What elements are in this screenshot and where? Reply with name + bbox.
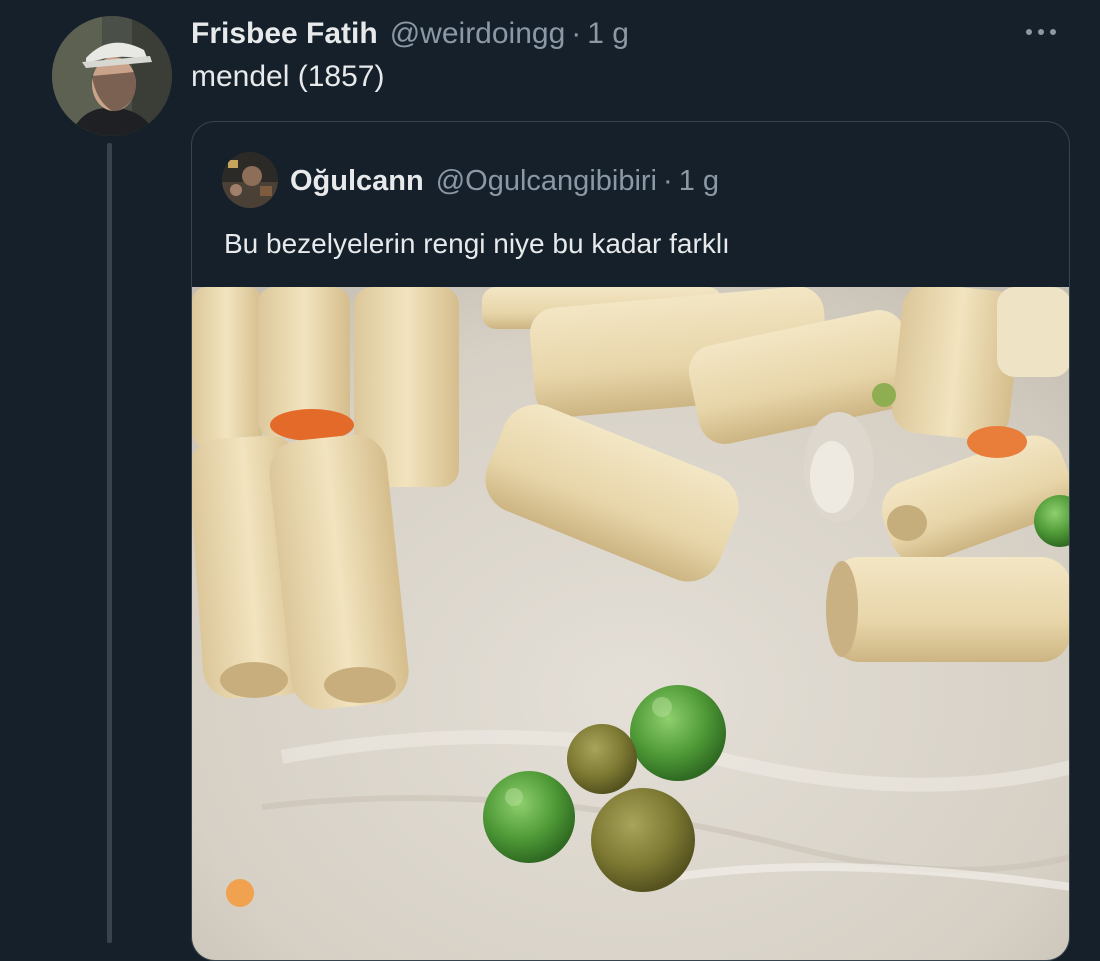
author-display-name[interactable]: Frisbee Fatih xyxy=(191,17,378,51)
author-avatar[interactable] xyxy=(52,16,172,136)
quoted-tweet-timestamp[interactable]: 1 g xyxy=(679,165,719,198)
more-horizontal-icon[interactable] xyxy=(1026,24,1070,40)
tweet-timestamp[interactable]: 1 g xyxy=(587,17,629,51)
quoted-tweet-text: Bu bezelyelerin rengi niye bu kadar fark… xyxy=(224,228,730,259)
more-dot xyxy=(1050,29,1056,35)
separator-dot: · xyxy=(663,164,673,197)
quoted-author-avatar[interactable] xyxy=(222,152,278,208)
quoted-author-handle[interactable]: @Ogulcangibibiri xyxy=(436,165,657,198)
quoted-tweet-card[interactable]: Oğulcann @Ogulcangibibiri · 1 g Bu bezel… xyxy=(191,121,1070,961)
tweet-header: Frisbee Fatih @weirdoingg · 1 g xyxy=(191,10,629,58)
quoted-tweet-photo[interactable] xyxy=(192,283,1069,960)
separator-dot: · xyxy=(571,17,582,50)
author-handle[interactable]: @weirdoingg xyxy=(390,17,566,51)
quoted-tweet-header: Oğulcann @Ogulcangibibiri · 1 g xyxy=(290,160,719,202)
more-dot xyxy=(1026,29,1032,35)
thread-connector-line xyxy=(107,143,112,943)
more-dot xyxy=(1038,29,1044,35)
author-avatar-image xyxy=(52,16,172,136)
pasta-peas-photo xyxy=(192,283,1069,960)
quoted-author-display-name[interactable]: Oğulcann xyxy=(290,165,424,198)
quoted-author-avatar-image xyxy=(222,152,278,208)
tweet-text: mendel (1857) xyxy=(191,60,385,93)
